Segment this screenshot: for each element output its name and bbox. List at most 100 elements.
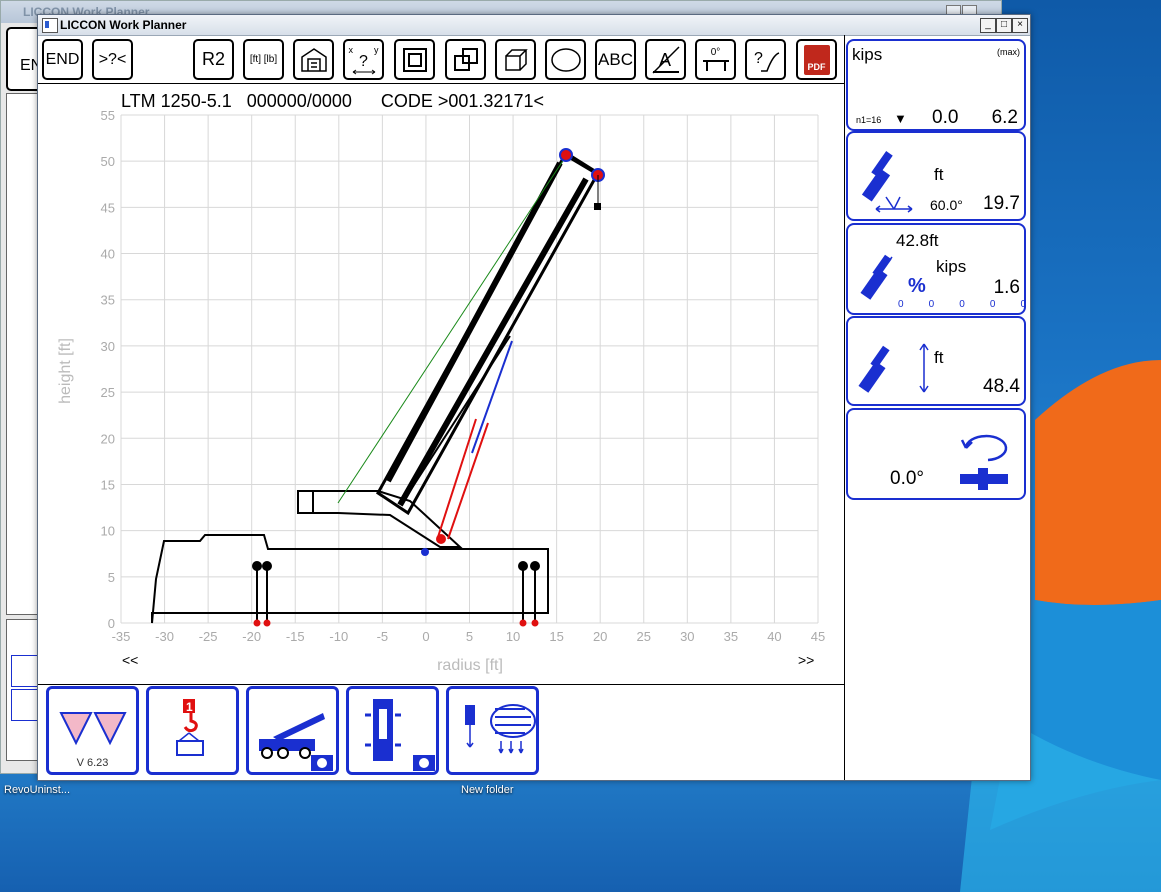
y-tick-label: 45 (101, 200, 115, 215)
y-tick-label: 20 (101, 431, 115, 446)
percent-icon: % (908, 275, 926, 297)
version-button[interactable]: V 6.23 (46, 686, 139, 775)
slope-help-button[interactable]: ? (745, 39, 786, 80)
load-hook-button[interactable]: 1 (146, 686, 239, 775)
telescope-value: 1.6 (993, 277, 1020, 298)
luffing-rope (337, 155, 567, 504)
y-tick-label: 55 (101, 108, 115, 123)
x-tick-label: -30 (155, 629, 174, 644)
load-max-label: (max) (997, 47, 1020, 57)
maximize-button[interactable]: □ (996, 18, 1012, 33)
height-panel[interactable]: ft 48.4 (846, 316, 1026, 406)
crane-chart[interactable]: -35 -30 -25 -20 -15 -10 -5 0 5 10 15 20 25 30 35 40 45 0 5… (38, 101, 844, 685)
crane-top-view-button[interactable] (346, 686, 439, 775)
x-tick-label: -15 (286, 629, 305, 644)
frame-button[interactable] (394, 39, 435, 80)
radius-panel[interactable]: ft 60.0° 19.7 (846, 131, 1026, 221)
crane-drawing (151, 148, 605, 627)
text-strike-icon: A (651, 45, 680, 74)
pdf-export-button[interactable]: PDF (796, 39, 837, 80)
x-tick-label: -35 (112, 629, 131, 644)
crane-side-view-button[interactable] (246, 686, 339, 775)
height-unit: ft (934, 348, 944, 367)
text-button[interactable]: ABC (595, 39, 636, 80)
pdf-icon: PDF (803, 44, 830, 75)
crane-top-icon (365, 699, 435, 771)
minimize-button[interactable]: _ (980, 18, 996, 33)
y-tick-label: 50 (101, 154, 115, 169)
chart-ticks: -35 -30 -25 -20 -15 -10 -5 0 5 10 15 20 25 30 35 40 45 0 5… (101, 108, 826, 644)
ellipse-button[interactable] (545, 39, 586, 80)
x-tick-label: 15 (549, 629, 563, 644)
vertical-arrow-icon (919, 343, 929, 393)
cube-button[interactable] (495, 39, 536, 80)
radius-unit: ft (934, 165, 944, 184)
y-tick-label: 30 (101, 339, 115, 354)
load-value: 0.0 (932, 107, 959, 128)
chevron-down-icon[interactable]: ▼ (894, 111, 907, 126)
y-tick-label: 25 (101, 385, 115, 400)
hook-height-icon (858, 345, 890, 393)
x-tick-label: 0 (422, 629, 429, 644)
y-tick-label: 0 (108, 616, 115, 631)
slew-angle: 0.0° (890, 468, 925, 489)
x-tick-label: 10 (506, 629, 520, 644)
arrows-icon (352, 69, 375, 74)
outrigger-left (252, 561, 272, 627)
x-tick-label: 5 (466, 629, 473, 644)
x-tick-label: 20 (593, 629, 607, 644)
window-title: LICCON Work Planner (60, 18, 187, 32)
title-bar: LICCON Work Planner _ □ × (38, 15, 1030, 36)
building-view-button[interactable] (293, 39, 334, 80)
slope-icon: ? (754, 50, 779, 72)
x-tick-label: -5 (377, 629, 389, 644)
help-button[interactable]: >?< (92, 39, 133, 80)
boom-radius-icon (861, 151, 913, 213)
r2-button[interactable]: R2 (193, 39, 234, 80)
xy-measure-button[interactable]: xy ? (343, 39, 384, 80)
ballast-button[interactable] (446, 686, 539, 775)
units-button[interactable]: [ft] [lb] (243, 39, 284, 80)
overlap-button[interactable] (445, 39, 486, 80)
counterweight-icon (465, 704, 536, 754)
scroll-left-button[interactable]: << (122, 652, 138, 668)
desktop-icon-revouninstaller[interactable]: RevoUninst... (4, 784, 70, 796)
level-button[interactable]: 0° (695, 39, 736, 80)
clear-text-button[interactable]: A (645, 39, 686, 80)
crane-carrier (151, 534, 549, 624)
load-panel[interactable]: kips (max) n1=16 ▼ 0.0 6.2 (846, 39, 1026, 131)
hook-block (594, 203, 601, 210)
overlap-squares-icon (453, 47, 478, 71)
y-tick-label: 5 (108, 570, 115, 585)
triangles-icon (59, 712, 127, 746)
hoist-cylinder-red (437, 418, 477, 538)
desktop-icon-new-folder[interactable]: New folder (461, 784, 514, 796)
end-button[interactable]: END (42, 39, 83, 80)
x-tick-label: 30 (680, 629, 694, 644)
pivot-blue (421, 548, 429, 556)
main-window: LICCON Work Planner _ □ × END >?< R2 [ft… (37, 14, 1031, 781)
slew-rotation-icon (960, 434, 1008, 490)
scroll-right-button[interactable]: >> (798, 652, 814, 668)
version-label: V 6.23 (76, 757, 109, 769)
crane-truck-icon (259, 713, 333, 771)
hook-load-icon: 1 (176, 699, 204, 756)
crane-superstructure (297, 490, 463, 548)
svg-text:?: ? (754, 50, 763, 67)
height-value: 48.4 (983, 376, 1020, 397)
hoist-cylinder-red-2 (447, 422, 489, 540)
x-tick-label: 35 (724, 629, 738, 644)
telescope-panel[interactable]: 42.8ft kips % 1.6 00000 (846, 223, 1026, 315)
x-tick-label: 45 (811, 629, 825, 644)
pivot-red (436, 534, 446, 544)
chart-top-rule (38, 83, 844, 84)
close-button[interactable]: × (1012, 18, 1028, 33)
boom-head-sheave (559, 148, 573, 162)
x-axis-label: radius [ft] (437, 657, 503, 674)
n1-label: n1=16 (856, 115, 882, 125)
y-tick-label: 15 (101, 477, 115, 492)
slew-panel[interactable]: 0.0° (846, 408, 1026, 500)
outrigger-right (518, 561, 540, 627)
telescope-sections: 00000 (898, 299, 1026, 310)
x-tick-label: -10 (329, 629, 348, 644)
